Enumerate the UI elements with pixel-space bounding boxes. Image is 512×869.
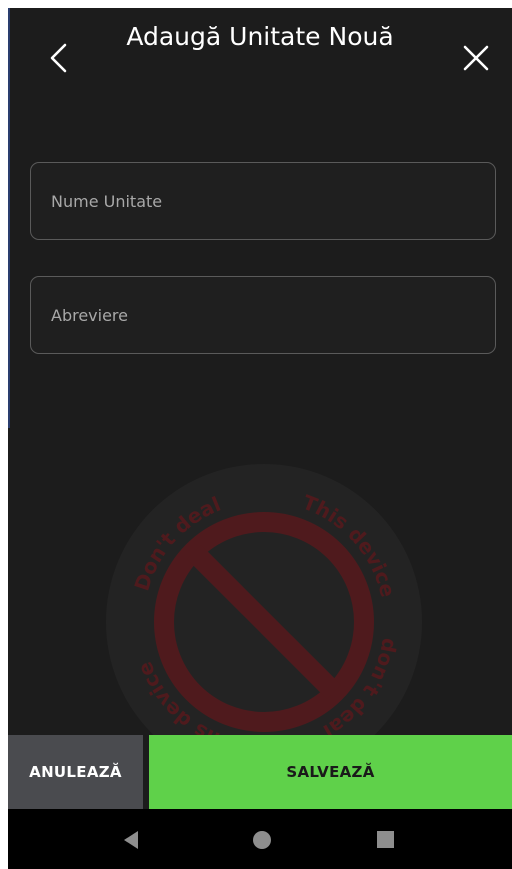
- prohibited-device-watermark-icon: Don't deal This device don't deal This d…: [106, 464, 422, 780]
- cancel-button[interactable]: ANULEAZĂ: [8, 735, 143, 809]
- chevron-left-icon: [50, 43, 67, 73]
- close-icon: [463, 45, 489, 71]
- page-title: Adaugă Unitate Nouă: [126, 22, 394, 51]
- svg-text:Don't deal: Don't deal: [129, 492, 224, 594]
- nav-recents-square-icon[interactable]: [377, 831, 394, 848]
- nav-home-circle-icon[interactable]: [253, 831, 271, 849]
- nav-back-triangle-icon[interactable]: [124, 831, 138, 849]
- close-button[interactable]: [456, 38, 496, 78]
- system-navigation-bar: [8, 809, 512, 869]
- svg-text:don't deal: don't deal: [319, 636, 402, 744]
- unit-name-input[interactable]: [30, 162, 496, 240]
- watermark-text-top: This device: [299, 490, 400, 600]
- watermark-text-left: Don't deal: [129, 492, 224, 594]
- header: Adaugă Unitate Nouă: [8, 8, 512, 108]
- svg-text:This device: This device: [299, 490, 400, 600]
- back-button[interactable]: [38, 38, 78, 78]
- app-screen: Adaugă Unitate Nouă Don't deal This devi…: [8, 8, 512, 869]
- watermark-text-right: don't deal: [319, 636, 402, 744]
- abbreviation-input[interactable]: [30, 276, 496, 354]
- save-button[interactable]: SALVEAZĂ: [149, 735, 512, 809]
